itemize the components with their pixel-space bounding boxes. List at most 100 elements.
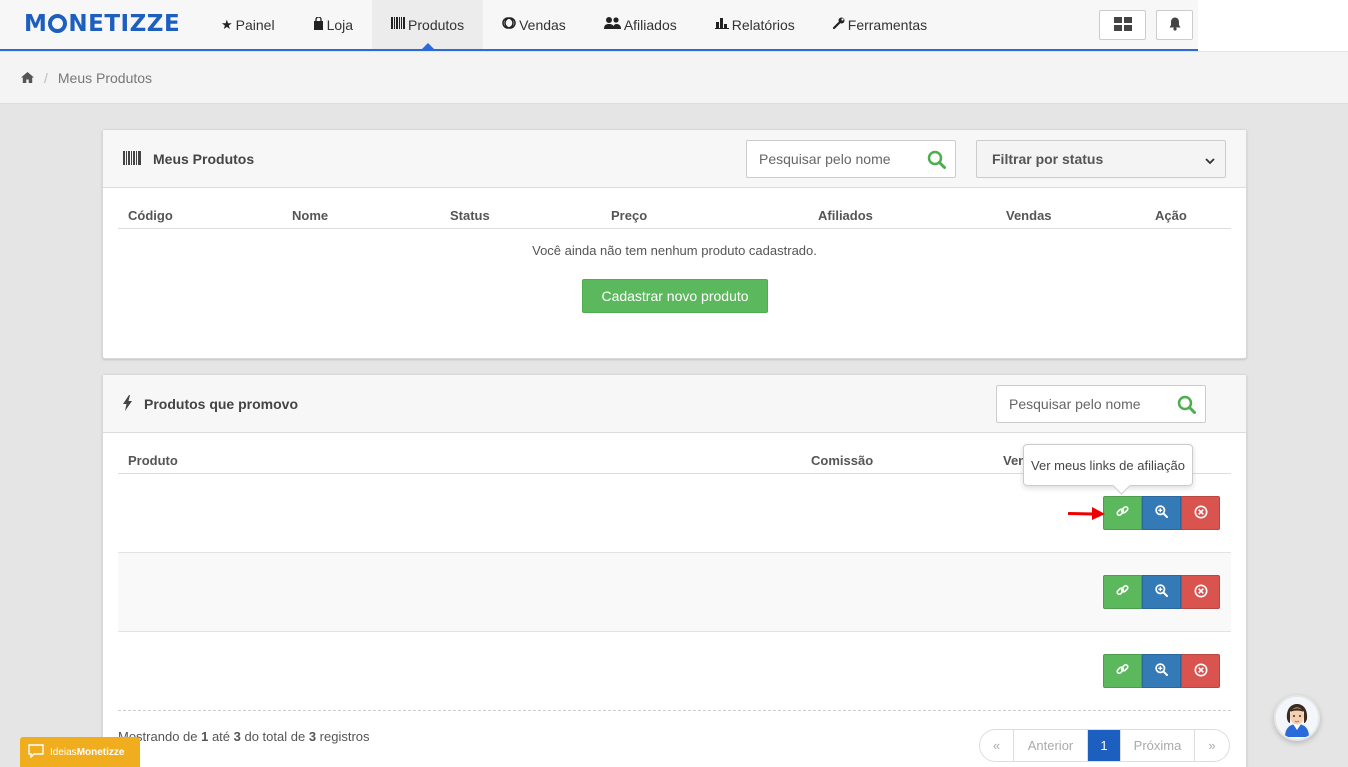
barcode-icon: [123, 150, 141, 168]
panel-title-text: Produtos que promovo: [144, 396, 298, 412]
table-info: Mostrando de 1 até 3 do total de 3 regis…: [118, 729, 370, 744]
notifications-button[interactable]: [1156, 10, 1193, 40]
info-total: 3: [308, 729, 317, 744]
column-header-comissao[interactable]: Comissão: [811, 453, 873, 468]
users-icon: [603, 17, 621, 32]
status-filter-label: Filtrar por status: [992, 151, 1104, 167]
top-navbar: M NETIZZE ★ Painel Loja Produtos Vendas: [0, 0, 1348, 51]
promoted-products-panel: Produtos que promovo Produto Comissão Ve…: [102, 374, 1247, 767]
nav-item-label: Ferramentas: [847, 16, 928, 33]
link-icon: [1116, 663, 1129, 679]
nav-item-relatorios[interactable]: Relatórios: [696, 0, 814, 49]
pagination-first[interactable]: «: [980, 730, 1014, 761]
my-products-search[interactable]: [746, 140, 956, 178]
info-mid: do total de: [240, 729, 309, 744]
my-products-panel: Meus Produtos Filtrar por status Código …: [102, 129, 1247, 359]
affiliate-links-button[interactable]: [1103, 496, 1142, 530]
main-nav: ★ Painel Loja Produtos Vendas Afiliados …: [202, 0, 946, 51]
money-icon: [502, 17, 516, 32]
info-suffix: registros: [316, 729, 370, 744]
view-product-button[interactable]: [1142, 654, 1181, 688]
info-mid: até: [208, 729, 234, 744]
column-header-vendas[interactable]: Vendas: [1006, 208, 1052, 223]
breadcrumb-separator: /: [44, 69, 48, 86]
pagination-page-1[interactable]: 1: [1088, 730, 1121, 761]
table-header-divider: [118, 228, 1231, 229]
table-row: [118, 632, 1231, 711]
close-circle-icon: [1194, 505, 1208, 522]
logo-text-left: M: [24, 11, 48, 37]
column-header-afiliados[interactable]: Afiliados: [818, 208, 873, 223]
nav-item-loja[interactable]: Loja: [294, 0, 372, 49]
table-bottom-divider: [118, 710, 1231, 711]
grid-icon: [1113, 16, 1132, 34]
promoted-products-header: Produtos que promovo: [103, 375, 1246, 433]
page-edge: [1198, 0, 1348, 51]
my-products-search-input[interactable]: [747, 151, 917, 167]
ideas-label: Ideias: [50, 746, 77, 758]
promoted-search-input[interactable]: [997, 396, 1167, 412]
nav-item-label: Afiliados: [623, 16, 677, 33]
bell-icon: [1169, 17, 1181, 34]
pagination-last[interactable]: »: [1195, 730, 1229, 761]
close-circle-icon: [1194, 584, 1208, 601]
logo-text-right: NETIZZE: [68, 11, 181, 37]
search-icon[interactable]: [927, 150, 946, 172]
my-products-title: Meus Produtos: [123, 130, 254, 188]
dashboard-toggle-button[interactable]: [1099, 10, 1146, 40]
close-circle-icon: [1194, 663, 1208, 680]
pointer-arrow-icon: [1067, 505, 1106, 524]
search-icon[interactable]: [1177, 395, 1196, 417]
nav-item-label: Relatórios: [731, 16, 795, 33]
table-row: [118, 553, 1231, 632]
view-product-button[interactable]: [1142, 496, 1181, 530]
zoom-in-icon: [1155, 584, 1168, 600]
nav-item-label: Loja: [326, 16, 354, 33]
zoom-in-icon: [1155, 663, 1168, 679]
ideas-widget-button[interactable]: Ideias Monetizze: [20, 737, 140, 767]
column-header-codigo[interactable]: Código: [128, 208, 173, 223]
monetizze-logo[interactable]: M NETIZZE: [24, 11, 180, 37]
promoted-search[interactable]: [996, 385, 1206, 423]
remove-affiliation-button[interactable]: [1181, 575, 1220, 609]
pagination-next[interactable]: Próxima: [1121, 730, 1195, 761]
ideas-brand: Monetizze: [76, 746, 125, 758]
column-header-preco[interactable]: Preço: [611, 208, 647, 223]
nav-item-afiliados[interactable]: Afiliados: [585, 0, 696, 49]
affiliate-links-button[interactable]: [1103, 575, 1142, 609]
bar-chart-icon: [714, 17, 729, 32]
affiliate-links-tooltip: Ver meus links de afiliação: [1023, 444, 1193, 486]
info-to: 3: [233, 729, 241, 744]
link-icon: [1116, 584, 1129, 600]
nav-item-ferramentas[interactable]: Ferramentas: [814, 0, 946, 49]
nav-item-vendas[interactable]: Vendas: [483, 0, 585, 49]
add-product-button[interactable]: Cadastrar novo produto: [582, 279, 768, 313]
remove-affiliation-button[interactable]: [1181, 496, 1220, 530]
nav-item-label: Produtos: [408, 16, 465, 33]
home-icon[interactable]: [21, 70, 34, 86]
chat-bubble-icon: [28, 743, 44, 761]
affiliate-links-button[interactable]: [1103, 654, 1142, 688]
nav-item-label: Painel: [235, 16, 275, 33]
nav-item-painel[interactable]: ★ Painel: [202, 0, 294, 49]
pagination: « Anterior 1 Próxima »: [979, 729, 1230, 762]
support-assistant-avatar[interactable]: [1274, 695, 1320, 741]
bolt-icon: [123, 394, 132, 414]
link-icon: [1116, 505, 1129, 521]
nav-item-produtos[interactable]: Produtos: [372, 0, 484, 51]
logo-coin-icon: [48, 14, 68, 33]
status-filter-select[interactable]: Filtrar por status: [976, 140, 1226, 178]
zoom-in-icon: [1155, 505, 1168, 521]
remove-affiliation-button[interactable]: [1181, 654, 1220, 688]
column-header-nome[interactable]: Nome: [292, 208, 328, 223]
pagination-previous[interactable]: Anterior: [1014, 730, 1088, 761]
row-action-group: [1103, 654, 1220, 688]
view-product-button[interactable]: [1142, 575, 1181, 609]
my-products-header: Meus Produtos Filtrar por status: [103, 130, 1246, 188]
column-header-status[interactable]: Status: [450, 208, 490, 223]
column-header-acao: Ação: [1155, 208, 1187, 223]
column-header-produto[interactable]: Produto: [128, 453, 178, 468]
row-action-group: [1103, 575, 1220, 609]
empty-products-message: Você ainda não tem nenhum produto cadast…: [532, 243, 817, 258]
panel-title-text: Meus Produtos: [153, 151, 255, 167]
